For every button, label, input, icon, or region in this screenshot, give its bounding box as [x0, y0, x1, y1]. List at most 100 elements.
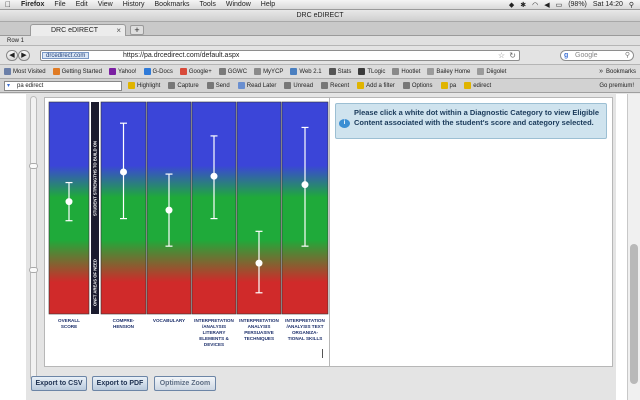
bookmarks-menu-button[interactable]: Bookmarks — [606, 69, 636, 75]
slider-handle-lower[interactable] — [29, 267, 38, 273]
bookmark-item[interactable]: Stats — [328, 68, 351, 75]
bookmark-favicon-icon — [254, 68, 262, 75]
menu-help[interactable]: Help — [256, 1, 280, 8]
export-csv-button[interactable]: Export to CSV — [31, 376, 87, 391]
search-icon[interactable]: ⚲ — [625, 51, 630, 60]
url-bar[interactable]: drcedirect.com https://pa.drcedirect.com… — [40, 50, 520, 61]
addon-item-label: pa — [449, 82, 457, 89]
addon-toolbar-item[interactable]: edirect — [464, 82, 491, 89]
bookmark-label: Getting Started — [61, 68, 102, 75]
score-dot[interactable] — [165, 206, 173, 214]
bookmark-label: TLogic — [367, 68, 386, 75]
addon-toolbar-item[interactable]: Unread — [284, 82, 313, 89]
bookmark-item[interactable]: MyYCP — [254, 68, 283, 75]
battery-percent: (98%) — [568, 1, 587, 8]
go-premium-link[interactable]: Go premium! — [599, 83, 634, 89]
addon-item-icon — [464, 82, 472, 89]
reload-icon[interactable]: ↻ — [509, 51, 516, 60]
needs-label: ONFT AREAS OF NEED — [93, 259, 98, 306]
new-tab-button[interactable]: + — [130, 25, 144, 35]
tab-drc-edirect[interactable]: DRC eDIRECT × — [30, 24, 126, 36]
bookmark-favicon-icon — [52, 68, 60, 75]
addon-item-icon — [206, 82, 214, 89]
menu-edit[interactable]: Edit — [71, 1, 93, 8]
addon-toolbar-item[interactable]: Options — [402, 82, 433, 89]
score-dot[interactable] — [210, 172, 218, 180]
bluetooth-icon[interactable]: ✱ — [520, 1, 526, 9]
bookmark-item[interactable]: G-Docs — [143, 68, 173, 75]
clock[interactable]: Sat 14:20 — [593, 1, 623, 8]
menu-tools[interactable]: Tools — [195, 1, 221, 8]
category-label: VOCABULARY — [153, 318, 185, 323]
score-dot[interactable] — [301, 181, 309, 189]
google-icon[interactable]: g — [564, 51, 568, 60]
window-title: DRC eDIRECT — [0, 10, 640, 22]
bookmark-item[interactable]: Getting Started — [52, 68, 102, 75]
addon-item-icon — [168, 82, 176, 89]
status-area: ◆ ✱ ◠ ◀ ▭ (98%) Sat 14:20 ⚲ — [509, 1, 640, 9]
apple-menu-icon[interactable]:  — [0, 0, 16, 9]
optimize-zoom-button[interactable]: Optimize Zoom — [154, 376, 216, 391]
bookmark-item[interactable]: Yahoo! — [108, 68, 137, 75]
bookmark-item[interactable]: Hootlet — [392, 68, 420, 75]
bookmarks-overflow-button[interactable]: » — [599, 68, 603, 75]
bookmark-item[interactable]: Diigolet — [477, 68, 506, 75]
addon-toolbar-item[interactable]: Highlight — [128, 82, 160, 89]
addon-item-label: Highlight — [137, 82, 161, 89]
bookmark-label: MyYCP — [263, 68, 284, 75]
addon-item-icon — [440, 82, 448, 89]
addon-toolbar-item[interactable]: Capture — [168, 82, 199, 89]
site-identity-badge[interactable]: drcedirect.com — [42, 52, 90, 59]
score-dot[interactable] — [65, 198, 73, 206]
bookmark-label: Diigolet — [486, 68, 507, 75]
addon-search-value: pa edirect — [17, 82, 44, 89]
scrollbar-thumb[interactable] — [630, 244, 638, 384]
score-dot[interactable] — [120, 168, 127, 176]
instruction-text: Please click a white dot within a Diagno… — [354, 108, 600, 127]
export-pdf-button[interactable]: Export to PDF — [92, 376, 148, 391]
bookmark-item[interactable]: Most Visited — [4, 68, 46, 75]
bookmark-item[interactable]: GGWC — [218, 68, 247, 75]
addon-item-label: edirect — [473, 82, 492, 89]
dropbox-icon[interactable]: ◆ — [509, 1, 514, 9]
back-button[interactable]: ◀ — [6, 50, 18, 61]
addon-toolbar-item[interactable]: Recent — [321, 82, 349, 89]
zoom-slider[interactable] — [29, 96, 38, 381]
wifi-icon[interactable]: ◠ — [532, 1, 538, 9]
tab-close-icon[interactable]: × — [116, 25, 121, 36]
menu-history[interactable]: History — [118, 1, 150, 8]
addon-item-label: Read Later — [246, 82, 277, 89]
addon-toolbar-item[interactable]: pa — [440, 82, 457, 89]
bookmark-star-icon[interactable]: ☆ — [498, 51, 505, 60]
volume-icon[interactable]: ◀ — [544, 1, 549, 9]
addon-search-input[interactable]: ▾ pa edirect — [4, 80, 122, 91]
addon-toolbar-item[interactable]: Send — [206, 82, 230, 89]
addon-toolbar-item[interactable]: Read Later — [237, 82, 277, 89]
battery-icon[interactable]: ▭ — [556, 1, 563, 9]
score-dot[interactable] — [255, 259, 263, 267]
bookmark-item[interactable]: TLogic — [358, 68, 385, 75]
category-label: INTERPRETATION — [285, 318, 325, 323]
category-label: ORGANIZA- — [292, 330, 318, 335]
navigation-bar: ◀ ▶ drcedirect.com https://pa.drcedirect… — [0, 46, 640, 65]
forward-button[interactable]: ▶ — [18, 50, 30, 61]
spotlight-icon[interactable]: ⚲ — [629, 1, 634, 9]
menu-file[interactable]: File — [49, 1, 70, 8]
menu-view[interactable]: View — [93, 1, 118, 8]
instruction-box: i Please click a white dot within a Diag… — [335, 103, 607, 139]
menu-bookmarks[interactable]: Bookmarks — [150, 1, 195, 8]
bookmark-favicon-icon — [477, 68, 485, 75]
bookmark-label: Most Visited — [13, 68, 46, 75]
addon-item-label: Add a filter — [366, 82, 395, 89]
category-label: PERSUASIVE — [244, 330, 274, 335]
vertical-scrollbar[interactable] — [627, 94, 640, 400]
bookmark-item[interactable]: Web 2.1 — [290, 68, 322, 75]
bookmark-item[interactable]: Bailey Home — [427, 68, 470, 75]
slider-handle-upper[interactable] — [29, 163, 38, 169]
bookmark-item[interactable]: Google+ — [179, 68, 212, 75]
menu-window[interactable]: Window — [221, 1, 256, 8]
url-text[interactable]: https://pa.drcedirect.com/default.aspx — [123, 52, 239, 60]
search-input[interactable]: g Google ⚲ — [560, 50, 634, 61]
menu-app[interactable]: Firefox — [16, 1, 49, 8]
addon-toolbar-item[interactable]: Add a filter — [357, 82, 395, 89]
